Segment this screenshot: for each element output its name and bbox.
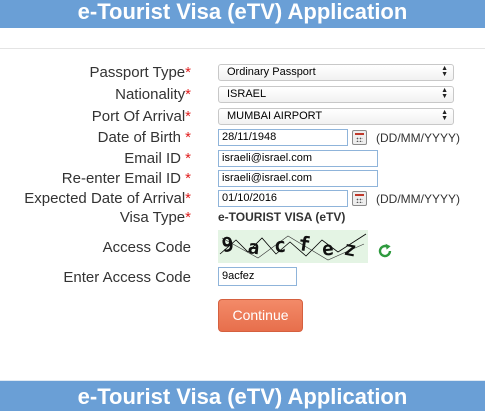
access-code-input[interactable]: 9acfez (218, 267, 297, 286)
captcha-noise: 9 a c f e z (219, 231, 367, 262)
email-input[interactable]: israeli@israel.com (218, 150, 378, 167)
nationality-select[interactable]: ISRAEL ▲ ▼ (218, 86, 454, 103)
calendar-icon[interactable] (352, 191, 367, 206)
expected-arrival-input[interactable]: 01/10/2016 (218, 190, 348, 207)
date-of-birth-input[interactable]: 28/11/1948 (218, 129, 348, 146)
captcha-image: 9 a c f e z (218, 230, 368, 263)
visa-type-value: e-TOURIST VISA (eTV) (218, 210, 346, 224)
header-divider (0, 48, 485, 49)
continue-button[interactable]: Continue (218, 299, 303, 332)
access-code-label: Access Code (102, 239, 191, 256)
calendar-icon[interactable] (352, 130, 367, 145)
port-of-arrival-select[interactable]: MUMBAI AIRPORT ▲ ▼ (218, 108, 454, 125)
required-marker: * (185, 129, 191, 146)
visa-type-label: Visa Type* (119, 209, 191, 226)
page-header-banner: e-Tourist Visa (eTV) Application (0, 0, 485, 28)
email-label: Email ID * (124, 150, 191, 167)
captcha-char: e (321, 238, 335, 261)
date-of-birth-label: Date of Birth * (97, 129, 191, 146)
captcha-char: 9 (220, 232, 235, 257)
passport-type-select[interactable]: Ordinary Passport ▲ ▼ (218, 64, 454, 81)
required-marker: * (185, 108, 191, 125)
select-arrows-icon: ▲ ▼ (441, 87, 448, 100)
captcha-char: c (273, 233, 287, 258)
required-marker: * (185, 170, 191, 187)
port-of-arrival-label: Port Of Arrival* (91, 108, 191, 125)
refresh-icon[interactable] (377, 243, 393, 259)
email-confirm-label: Re-enter Email ID * (61, 170, 191, 187)
nationality-label: Nationality* (115, 86, 191, 103)
required-marker: * (185, 190, 191, 207)
etv-application-page: e-Tourist Visa (eTV) Application Passpor… (0, 0, 485, 411)
enter-access-code-label: Enter Access Code (63, 269, 191, 286)
page-footer-banner: e-Tourist Visa (eTV) Application (0, 380, 485, 411)
required-marker: * (185, 150, 191, 167)
select-arrows-icon: ▲ ▼ (441, 65, 448, 78)
captcha-char: z (342, 236, 358, 262)
expected-arrival-label: Expected Date of Arrival* (24, 190, 191, 207)
required-marker: * (185, 209, 191, 226)
captcha-char: a (247, 236, 261, 259)
date-format-hint: (DD/MM/YYYY) (376, 192, 460, 206)
date-format-hint: (DD/MM/YYYY) (376, 131, 460, 145)
required-marker: * (185, 64, 191, 81)
select-arrows-icon: ▲ ▼ (441, 109, 448, 122)
passport-type-label: Passport Type* (89, 64, 191, 81)
required-marker: * (185, 86, 191, 103)
email-confirm-input[interactable]: israeli@israel.com (218, 170, 378, 187)
